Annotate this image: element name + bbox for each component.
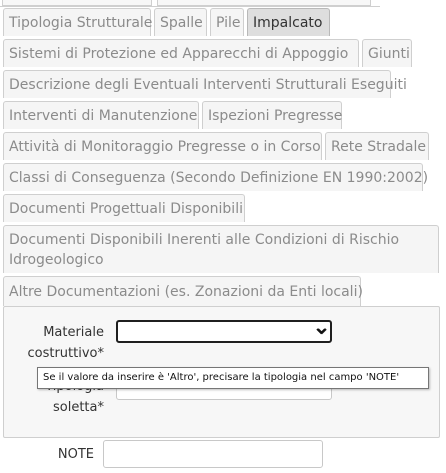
tab-label: Altre Documentazioni (es. Zonazioni da E…: [9, 283, 363, 300]
tab-label: Giunti: [368, 45, 410, 62]
tab-tipologia-strutturale[interactable]: Tipologia Strutturale: [3, 8, 153, 36]
cutoff-tab: [157, 0, 371, 6]
tab-ispezioni-pregresse[interactable]: Ispezioni Pregresse: [202, 101, 342, 129]
tab-label: Pile: [216, 14, 241, 31]
label-line: costruttivo*: [27, 346, 104, 361]
tab-impalcato[interactable]: Impalcato: [247, 8, 330, 36]
tab-classi-conseguenza[interactable]: Classi di Conseguenza (Secondo Definizio…: [3, 163, 428, 191]
tab-label: Interventi di Manutenzione: [9, 107, 198, 124]
tab-rete-stradale[interactable]: Rete Stradale: [325, 132, 429, 160]
tab-label: Descrizione degli Eventuali Interventi S…: [9, 76, 407, 93]
tab-pile[interactable]: Pile: [210, 8, 244, 36]
tab-attivita-monitoraggio[interactable]: Attività di Monitoraggio Pregresse o in …: [3, 132, 322, 160]
materiale-costruttivo-label: Materiale costruttivo*: [10, 322, 104, 364]
note-label: NOTE: [57, 447, 94, 462]
tab-label: Attività di Monitoraggio Pregresse o in …: [9, 138, 321, 155]
tab-label: Impalcato: [253, 14, 323, 31]
tab-label: Rete Stradale: [331, 138, 426, 155]
materiale-tooltip: Se il valore da inserire è 'Altro', prec…: [37, 367, 429, 389]
tab-altre-documentazioni[interactable]: Altre Documentazioni (es. Zonazioni da E…: [3, 276, 363, 306]
tab-label: Classi di Conseguenza (Secondo Definizio…: [9, 169, 429, 186]
tab-documenti-idrogeologico[interactable]: Documenti Disponibili Inerenti alle Cond…: [3, 225, 439, 273]
materiale-costruttivo-select[interactable]: [116, 320, 332, 343]
bridge-inspection-form: Tipologia Strutturale Spalle Pile Impalc…: [0, 0, 446, 473]
tab-spalle[interactable]: Spalle: [154, 8, 207, 36]
tab-documenti-progettuali[interactable]: Documenti Progettuali Disponibili: [3, 194, 245, 222]
tab-sistemi-protezione[interactable]: Sistemi di Protezione ed Apparecchi di A…: [3, 39, 359, 67]
tab-label: Documenti Disponibili Inerenti alle Cond…: [9, 232, 400, 268]
tab-label: Ispezioni Pregresse: [208, 107, 343, 124]
note-input[interactable]: [103, 440, 323, 468]
tab-label: Documenti Progettuali Disponibili: [9, 200, 243, 217]
tab-label: Sistemi di Protezione ed Apparecchi di A…: [9, 45, 349, 62]
tab-giunti[interactable]: Giunti: [362, 39, 412, 67]
tab-interventi-manutenzione[interactable]: Interventi di Manutenzione: [3, 101, 199, 129]
label-line: soletta*: [53, 400, 104, 415]
label-line: Materiale: [43, 325, 104, 340]
tab-descrizione-interventi[interactable]: Descrizione degli Eventuali Interventi S…: [3, 70, 407, 98]
tab-label: Tipologia Strutturale: [9, 14, 153, 31]
cutoff-tab: [2, 0, 152, 6]
tab-label: Spalle: [160, 14, 203, 31]
tab-row-cutoff: [0, 0, 380, 7]
